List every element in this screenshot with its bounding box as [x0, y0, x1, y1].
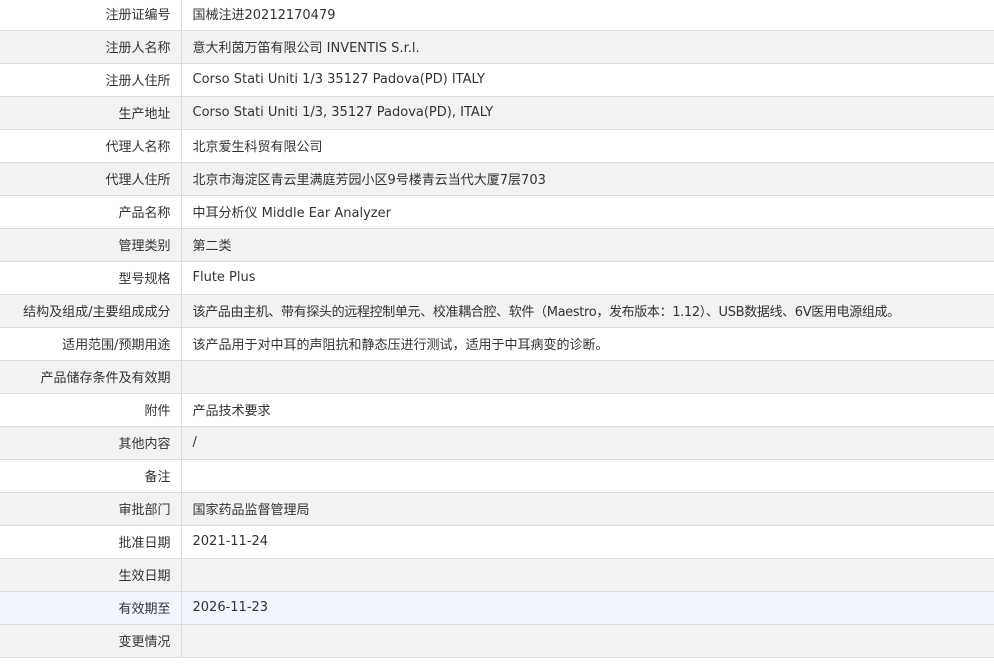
row-label-storage-validity: 产品储存条件及有效期 — [0, 360, 182, 394]
row-value-model-spec: Flute Plus — [181, 261, 994, 295]
table-row: 有效期至 2026-11-23 — [0, 591, 994, 625]
row-value-approval-date: 2021-11-24 — [181, 525, 994, 559]
row-label-change-status: 变更情况 — [0, 624, 182, 658]
row-value-agent-address: 北京市海淀区青云里满庭芳园小区9号楼青云当代大厦7层703 — [181, 162, 994, 196]
table-row: 产品储存条件及有效期 — [0, 360, 994, 394]
table-row: 代理人住所 北京市海淀区青云里满庭芳园小区9号楼青云当代大厦7层703 — [0, 162, 994, 196]
row-label-agent-name: 代理人名称 — [0, 129, 182, 163]
row-value-registrant-name: 意大利茵万笛有限公司 INVENTIS S.r.l. — [181, 30, 994, 64]
row-label-intended-use: 适用范围/预期用途 — [0, 327, 182, 361]
table-row: 批准日期 2021-11-24 — [0, 525, 994, 559]
row-value-registration-number: 国械注进20212170479 — [181, 0, 994, 31]
row-label-registrant-name: 注册人名称 — [0, 30, 182, 64]
table-row: 注册证编号 国械注进20212170479 — [0, 0, 994, 31]
table-row: 型号规格 Flute Plus — [0, 261, 994, 295]
row-value-attachment: 产品技术要求 — [181, 393, 994, 427]
row-value-storage-validity — [181, 360, 994, 394]
row-value-remarks — [181, 459, 994, 493]
table-row: 注册人名称 意大利茵万笛有限公司 INVENTIS S.r.l. — [0, 30, 994, 64]
row-label-remarks: 备注 — [0, 459, 182, 493]
row-value-structure-composition: 该产品由主机、带有探头的远程控制单元、校准耦合腔、软件（Maestro，发布版本… — [181, 294, 994, 328]
row-label-attachment: 附件 — [0, 393, 182, 427]
table-row: 审批部门 国家药品监督管理局 — [0, 492, 994, 526]
row-label-model-spec: 型号规格 — [0, 261, 182, 295]
row-label-valid-until: 有效期至 — [0, 591, 182, 625]
table-row: 生产地址 Corso Stati Uniti 1/3, 35127 Padova… — [0, 96, 994, 130]
table-row: 附件 产品技术要求 — [0, 393, 994, 427]
row-value-agent-name: 北京爱生科贸有限公司 — [181, 129, 994, 163]
row-label-approval-department: 审批部门 — [0, 492, 182, 526]
row-value-approval-department: 国家药品监督管理局 — [181, 492, 994, 526]
table-row: 代理人名称 北京爱生科贸有限公司 — [0, 129, 994, 163]
table-row: 结构及组成/主要组成成分 该产品由主机、带有探头的远程控制单元、校准耦合腔、软件… — [0, 294, 994, 328]
row-value-production-address: Corso Stati Uniti 1/3, 35127 Padova(PD),… — [181, 96, 994, 130]
table-row: 其他内容 / — [0, 426, 994, 460]
row-label-agent-address: 代理人住所 — [0, 162, 182, 196]
row-value-effective-date — [181, 558, 994, 592]
row-value-registrant-address: Corso Stati Uniti 1/3 35127 Padova(PD) I… — [181, 63, 994, 97]
table-row: 产品名称 中耳分析仪 Middle Ear Analyzer — [0, 195, 994, 229]
row-value-product-name: 中耳分析仪 Middle Ear Analyzer — [181, 195, 994, 229]
row-label-approval-date: 批准日期 — [0, 525, 182, 559]
row-value-valid-until: 2026-11-23 — [181, 591, 994, 625]
table-row: 管理类别 第二类 — [0, 228, 994, 262]
table-row: 备注 — [0, 459, 994, 493]
row-label-registration-number: 注册证编号 — [0, 0, 182, 31]
row-value-other-content: / — [181, 426, 994, 460]
table-row: 变更情况 — [0, 624, 994, 658]
row-label-production-address: 生产地址 — [0, 96, 182, 130]
row-label-structure-composition: 结构及组成/主要组成成分 — [0, 294, 182, 328]
row-label-registrant-address: 注册人住所 — [0, 63, 182, 97]
table-row: 生效日期 — [0, 558, 994, 592]
row-label-other-content: 其他内容 — [0, 426, 182, 460]
table-row: 适用范围/预期用途 该产品用于对中耳的声阻抗和静态压进行测试，适用于中耳病变的诊… — [0, 327, 994, 361]
row-value-management-category: 第二类 — [181, 228, 994, 262]
row-value-change-status — [181, 624, 994, 658]
row-label-effective-date: 生效日期 — [0, 558, 182, 592]
row-value-intended-use: 该产品用于对中耳的声阻抗和静态压进行测试，适用于中耳病变的诊断。 — [181, 327, 994, 361]
registration-detail-table: 注册证编号 国械注进20212170479 注册人名称 意大利茵万笛有限公司 I… — [0, 0, 994, 658]
table-row: 注册人住所 Corso Stati Uniti 1/3 35127 Padova… — [0, 63, 994, 97]
row-label-management-category: 管理类别 — [0, 228, 182, 262]
row-label-product-name: 产品名称 — [0, 195, 182, 229]
